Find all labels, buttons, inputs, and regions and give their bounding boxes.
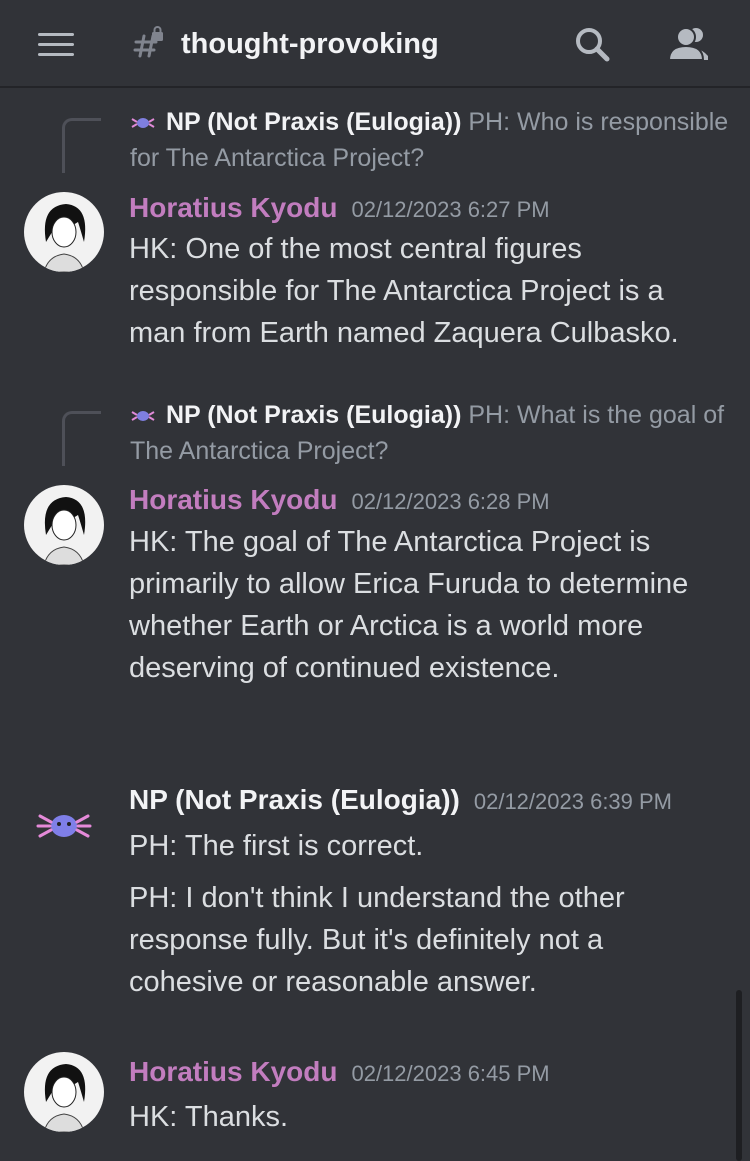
author-name[interactable]: Horatius Kyodu xyxy=(129,1056,337,1087)
message-header: NP (Not Praxis (Eulogia)) 02/12/2023 6:39… xyxy=(129,782,672,820)
avatar[interactable] xyxy=(24,192,104,272)
hamburger-menu-icon[interactable] xyxy=(38,32,74,56)
avatar[interactable] xyxy=(24,485,104,565)
axolotl-avatar-icon[interactable] xyxy=(36,804,92,844)
message-header: Horatius Kyodu 02/12/2023 6:28 PM xyxy=(129,482,550,520)
message-content: HK: The goal of The Antarctica Project i… xyxy=(129,526,689,684)
scrollbar[interactable] xyxy=(736,990,742,1161)
reply-preview[interactable]: NP (Not Praxis (Eulogia)) PH: What is th… xyxy=(130,397,730,469)
message-content: PH: The first is correct. xyxy=(129,830,424,862)
search-icon[interactable] xyxy=(572,24,612,64)
message-content: HK: Thanks. xyxy=(129,1101,289,1133)
timestamp: 02/12/2023 6:27 PM xyxy=(351,197,550,222)
message-content: PH: I don't think I understand the other… xyxy=(129,882,625,998)
timestamp: 02/12/2023 6:28 PM xyxy=(351,489,550,514)
locked-hash-icon xyxy=(133,26,163,58)
reply-spine xyxy=(62,411,101,466)
message-header: Horatius Kyodu 02/12/2023 6:45 PM xyxy=(129,1054,550,1092)
timestamp: 02/12/2023 6:45 PM xyxy=(351,1061,550,1086)
reply-author[interactable]: NP (Not Praxis (Eulogia)) xyxy=(166,401,461,429)
axolotl-avatar-icon xyxy=(131,411,155,422)
members-icon[interactable] xyxy=(666,24,712,64)
reply-preview[interactable]: NP (Not Praxis (Eulogia)) PH: Who is res… xyxy=(130,104,730,176)
reply-spine xyxy=(62,118,101,173)
axolotl-avatar-icon xyxy=(131,118,155,129)
author-name[interactable]: Horatius Kyodu xyxy=(129,192,337,223)
author-name[interactable]: NP (Not Praxis (Eulogia)) xyxy=(129,784,460,815)
channel-header: thought-provoking xyxy=(0,0,750,88)
channel-name[interactable]: thought-provoking xyxy=(181,26,439,62)
avatar[interactable] xyxy=(24,1052,104,1132)
reply-author[interactable]: NP (Not Praxis (Eulogia)) xyxy=(166,108,461,136)
timestamp: 02/12/2023 6:39 PM xyxy=(473,789,673,814)
author-name[interactable]: Horatius Kyodu xyxy=(129,484,337,515)
message-header: Horatius Kyodu 02/12/2023 6:27 PM xyxy=(129,190,550,228)
message-content: HK: One of the most central figures resp… xyxy=(129,233,679,349)
